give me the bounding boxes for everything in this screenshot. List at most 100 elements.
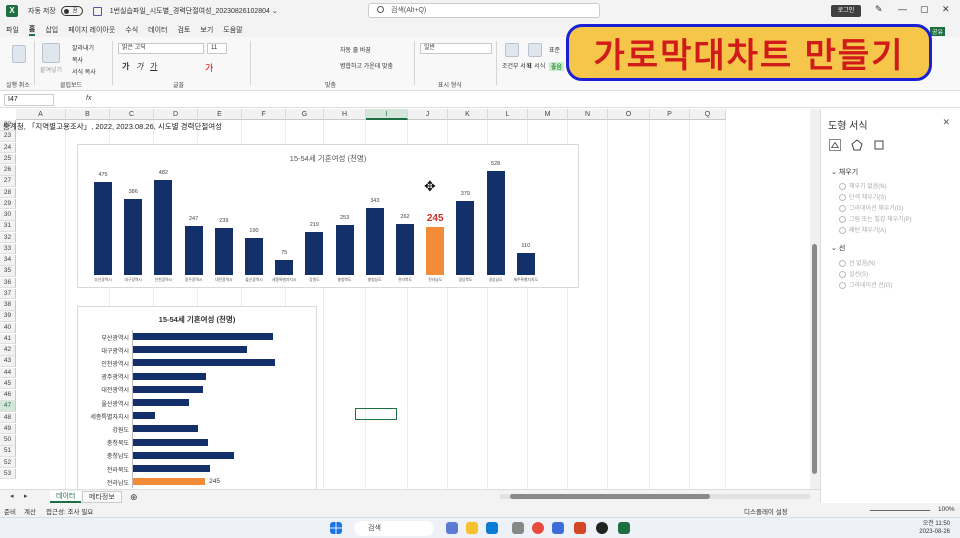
- chart-bar[interactable]: [214, 228, 233, 275]
- fill-option[interactable]: 그림 또는 질감 채우기(P): [839, 214, 912, 223]
- login-button[interactable]: 로그인: [831, 5, 861, 17]
- chart-bar[interactable]: [396, 223, 414, 275]
- menu-home[interactable]: 홈: [28, 24, 36, 36]
- row-header[interactable]: 31: [0, 221, 16, 232]
- sheet-tab-meta[interactable]: 메타정보: [82, 491, 122, 503]
- row-header[interactable]: 32: [0, 232, 16, 243]
- chart-bar[interactable]: [486, 171, 505, 275]
- row-header[interactable]: 33: [0, 243, 16, 255]
- row-header[interactable]: 24: [0, 142, 16, 153]
- taskbar-search[interactable]: 검색: [354, 521, 434, 536]
- add-sheet-icon[interactable]: ⊕: [124, 491, 144, 503]
- horizontal-scrollbar[interactable]: [500, 494, 810, 499]
- horizontal-bar-chart[interactable]: 15-54세 기혼여성 (천명) 부산광역시 대구광역시 인천광역시 광주광역시 대전광…: [77, 306, 317, 489]
- row-header[interactable]: 28: [0, 187, 16, 198]
- row-header[interactable]: 37: [0, 288, 16, 300]
- row-header[interactable]: 25: [0, 153, 16, 165]
- powerpoint-icon[interactable]: [574, 522, 586, 534]
- chart-bar[interactable]: [133, 333, 273, 340]
- file-name[interactable]: 1번실습파일_시도별_경력단절여성_20230826102804 ⌄: [110, 6, 278, 16]
- pane-close-icon[interactable]: ✕: [942, 117, 950, 128]
- scroll-thumb[interactable]: [812, 244, 817, 474]
- vertical-bar-chart[interactable]: 15-54세 기혼여성 (천명) 475 부산광역시 386 대구광역시 482 인천광역…: [77, 144, 579, 288]
- row-header[interactable]: 35: [0, 266, 16, 277]
- chart-bar[interactable]: [133, 372, 206, 380]
- table-format-button[interactable]: 표 서식: [527, 61, 545, 70]
- system-clock[interactable]: 오전 11:50 2023-08-26: [919, 520, 950, 536]
- line-option[interactable]: 선 없음(N): [839, 258, 876, 267]
- column-header[interactable]: A: [16, 109, 66, 120]
- paste-label[interactable]: 붙여넣기: [40, 65, 62, 74]
- column-header[interactable]: P: [650, 109, 690, 120]
- edge-icon[interactable]: [486, 522, 498, 534]
- maximize-icon[interactable]: ▢: [920, 4, 929, 15]
- fx-icon[interactable]: fx: [86, 95, 91, 102]
- chart-bar[interactable]: [516, 253, 535, 275]
- column-header[interactable]: K: [448, 109, 488, 120]
- sheet-tab-data[interactable]: 데이터: [50, 491, 82, 503]
- column-header[interactable]: E: [198, 109, 242, 120]
- format-painter-button[interactable]: 서식 복사: [72, 67, 96, 76]
- chart-bar[interactable]: [426, 226, 445, 275]
- share-button[interactable]: 공유: [930, 27, 946, 36]
- spreadsheet-grid[interactable]: ABCDEFGHIJKLMNOPQ 22 23 24 25 26 27 28 29 30 31 32…: [0, 109, 810, 489]
- style-good[interactable]: 좋음: [549, 62, 565, 71]
- row-header[interactable]: 42: [0, 345, 16, 356]
- chart-bar[interactable]: [133, 451, 235, 459]
- tab-scroll-right-icon[interactable]: ▸: [18, 491, 34, 503]
- fill-section[interactable]: ⌄ 채우기: [831, 167, 858, 177]
- zoom-level[interactable]: 100%: [938, 506, 955, 513]
- conditional-format-icon[interactable]: [505, 43, 519, 57]
- row-header[interactable]: 36: [0, 277, 16, 288]
- zoom-slider[interactable]: [870, 510, 930, 511]
- column-header[interactable]: N: [568, 109, 608, 120]
- row-header[interactable]: 26: [0, 165, 16, 176]
- chart-bar[interactable]: [275, 260, 294, 275]
- column-header[interactable]: G: [286, 109, 324, 120]
- column-header[interactable]: M: [528, 109, 568, 120]
- fill-line-icon[interactable]: [829, 139, 841, 151]
- scroll-thumb[interactable]: [510, 494, 710, 499]
- menu-file[interactable]: 파일: [6, 25, 19, 35]
- menu-view[interactable]: 보기: [200, 25, 213, 35]
- chart-bar[interactable]: [335, 225, 354, 275]
- italic-icon[interactable]: 가: [136, 61, 143, 72]
- line-option[interactable]: 실선(S): [839, 269, 868, 278]
- row-header[interactable]: 50: [0, 435, 16, 446]
- chart-bar[interactable]: [133, 399, 189, 406]
- save-icon[interactable]: [92, 6, 102, 16]
- chart-bar[interactable]: [133, 478, 206, 486]
- column-header[interactable]: Q: [690, 109, 726, 120]
- chart-bar[interactable]: [133, 359, 275, 367]
- menu-data[interactable]: 데이터: [148, 25, 167, 35]
- chart-bar[interactable]: [133, 412, 156, 420]
- app-icon[interactable]: [512, 522, 524, 534]
- chrome-icon[interactable]: [532, 522, 544, 534]
- row-header[interactable]: 39: [0, 311, 16, 322]
- row-header[interactable]: 45: [0, 378, 16, 390]
- bold-icon[interactable]: 가: [122, 61, 129, 72]
- row-header[interactable]: 52: [0, 457, 16, 468]
- row-header[interactable]: 41: [0, 333, 16, 345]
- number-format-select[interactable]: 일반: [420, 43, 492, 54]
- pen-icon[interactable]: ✎: [875, 4, 883, 15]
- column-header[interactable]: D: [154, 109, 198, 120]
- row-header[interactable]: 53: [0, 468, 16, 480]
- wrap-text-button[interactable]: 자동 줄 바꿈: [340, 45, 371, 54]
- font-color-icon[interactable]: 가: [205, 61, 213, 74]
- row-header[interactable]: 27: [0, 176, 16, 187]
- fill-option[interactable]: 패턴 채우기(A): [839, 225, 886, 234]
- cut-button[interactable]: 잘라내기: [72, 43, 94, 52]
- chart-bar[interactable]: [133, 465, 211, 472]
- fill-option[interactable]: 그라데이션 채우기(G): [839, 203, 904, 212]
- table-format-icon[interactable]: [528, 43, 542, 57]
- chart-bar[interactable]: [94, 181, 112, 275]
- menu-review[interactable]: 검토: [177, 25, 190, 35]
- column-header[interactable]: H: [324, 109, 366, 120]
- row-header[interactable]: 43: [0, 356, 16, 367]
- chart-bar[interactable]: [305, 231, 324, 275]
- chart-bar[interactable]: [133, 425, 198, 433]
- row-header[interactable]: 48: [0, 412, 16, 423]
- row-header[interactable]: 34: [0, 255, 16, 266]
- search-input[interactable]: 검색(Alt+Q): [368, 3, 600, 18]
